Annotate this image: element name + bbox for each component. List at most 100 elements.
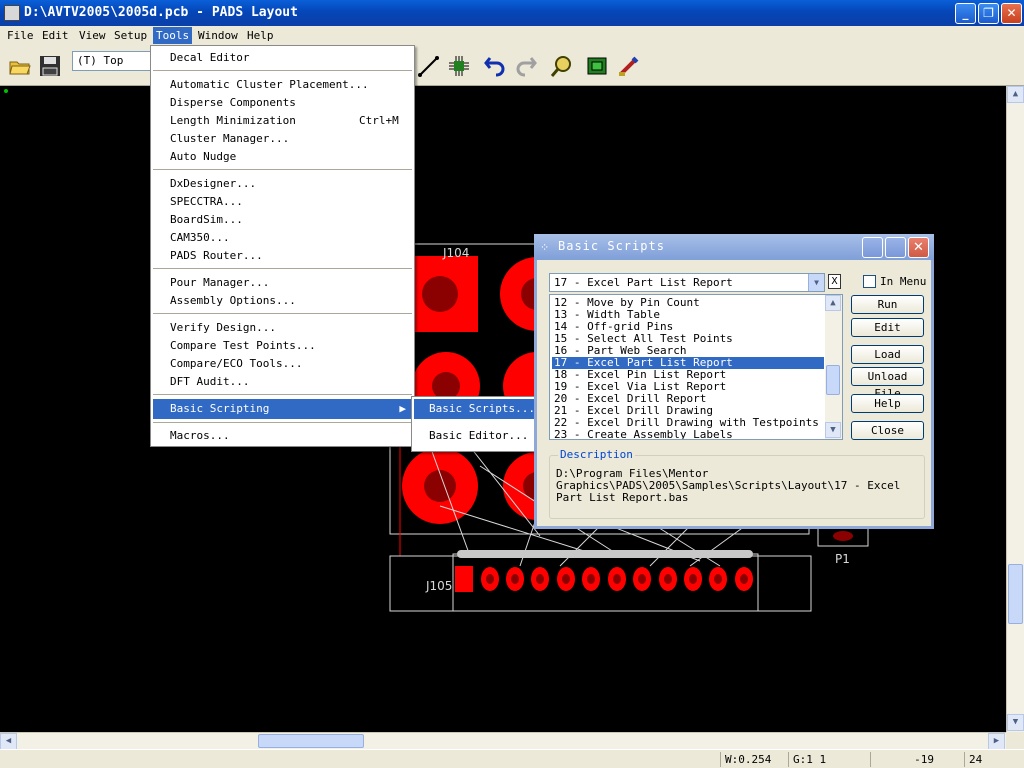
menu-separator — [153, 313, 412, 314]
menu-item-specctra[interactable]: SPECCTRA... — [153, 193, 412, 211]
component-icon[interactable] — [447, 54, 471, 78]
basic-scripting-submenu: Basic Scripts... Basic Editor... — [411, 396, 548, 452]
menu-help[interactable]: Help — [244, 29, 277, 42]
scroll-up-icon[interactable]: ▲ — [1007, 86, 1024, 103]
clear-x-button[interactable]: X — [828, 274, 841, 289]
submenu-basic-scripts[interactable]: Basic Scripts... — [414, 399, 545, 419]
description-group: Description D:\Program Files\Mentor Grap… — [549, 448, 925, 519]
menu-item-cluster-manager[interactable]: Cluster Manager... — [153, 130, 412, 148]
list-scrollbar[interactable]: ▲ ▼ — [825, 295, 842, 439]
script-combo[interactable]: 17 - Excel Part List Report ▼ — [549, 273, 825, 292]
load-file-button[interactable]: Load File... — [851, 345, 924, 378]
dialog-close-button[interactable]: ✕ — [908, 237, 929, 258]
menu-item-label: Automatic Cluster Placement... — [170, 78, 369, 91]
dialog-maximize-button[interactable] — [885, 237, 906, 258]
j104-label: J104 — [443, 246, 470, 260]
zoom-icon[interactable] — [550, 54, 574, 78]
menu-item-label: Compare/ECO Tools... — [170, 357, 303, 370]
list-item[interactable]: 23 - Create Assembly Labels — [552, 429, 824, 440]
j105-label: J105 — [426, 579, 453, 593]
drc-icon[interactable] — [617, 54, 641, 78]
menu-item-boardsim[interactable]: BoardSim... — [153, 211, 412, 229]
menu-window[interactable]: Window — [195, 29, 241, 42]
menu-separator — [153, 70, 412, 71]
menu-view[interactable]: View — [76, 29, 109, 42]
submenu-basic-editor[interactable]: Basic Editor... — [414, 426, 545, 446]
status-y: 24 — [964, 752, 1024, 767]
scroll-right-icon[interactable]: ▶ — [988, 733, 1005, 750]
in-menu-checkbox[interactable] — [863, 275, 876, 288]
undo-icon[interactable] — [484, 54, 508, 78]
layer-select[interactable]: (T) Top — [72, 51, 154, 71]
horizontal-scroll-thumb[interactable] — [258, 734, 364, 748]
submenu-arrow-icon: ▶ — [399, 402, 406, 415]
menu-item-label: Assembly Options... — [170, 294, 296, 307]
list-scroll-thumb[interactable] — [826, 365, 840, 395]
scroll-left-icon[interactable]: ◀ — [0, 733, 17, 750]
menu-item-disperse[interactable]: Disperse Components — [153, 94, 412, 112]
title-bar: D:\AVTV2005\2005d.pcb - PADS Layout _ ❐ … — [0, 0, 1024, 26]
menu-item-dft-audit[interactable]: DFT Audit... — [153, 373, 412, 391]
menu-item-compare-test-points[interactable]: Compare Test Points... — [153, 337, 412, 355]
menu-item-length-min[interactable]: Length Minimization Ctrl+M — [153, 112, 412, 130]
dialog-minimize-button[interactable] — [862, 237, 883, 258]
description-text: D:\Program Files\Mentor Graphics\PADS\20… — [556, 467, 901, 504]
status-width: W:0.254 — [720, 752, 786, 767]
menu-setup[interactable]: Setup — [111, 29, 150, 42]
menu-item-label: BoardSim... — [170, 213, 243, 226]
edit-button[interactable]: Edit — [851, 318, 924, 337]
dialog-title-bar[interactable]: ⁘ Basic Scripts ✕ — [534, 234, 934, 260]
menu-edit[interactable]: Edit — [39, 29, 72, 42]
menu-item-assembly-options[interactable]: Assembly Options... — [153, 292, 412, 310]
minimize-button[interactable]: _ — [955, 3, 976, 24]
list-scroll-up-icon[interactable]: ▲ — [825, 295, 841, 311]
open-icon[interactable] — [8, 54, 32, 78]
dialog-icon: ⁘ — [540, 241, 550, 254]
menu-item-compare-eco[interactable]: Compare/ECO Tools... — [153, 355, 412, 373]
menu-separator — [153, 169, 412, 170]
save-icon[interactable] — [38, 54, 62, 78]
restore-button[interactable]: ❐ — [978, 3, 999, 24]
menu-item-label: PADS Router... — [170, 249, 263, 262]
app-icon — [4, 5, 20, 21]
horizontal-scrollbar[interactable]: ◀ ▶ — [0, 732, 1006, 750]
chevron-down-icon[interactable]: ▼ — [808, 274, 824, 291]
menu-item-label: Compare Test Points... — [170, 339, 316, 352]
menu-bar: File Edit View Setup Tools Window Help — [0, 26, 1024, 46]
p1-label: P1 — [835, 552, 850, 566]
list-scroll-down-icon[interactable]: ▼ — [825, 422, 841, 438]
menu-item-basic-scripting[interactable]: Basic Scripting ▶ — [153, 399, 412, 419]
description-title: Description — [558, 448, 635, 461]
menu-item-pads-router[interactable]: PADS Router... — [153, 247, 412, 265]
redo-icon[interactable] — [513, 54, 537, 78]
basic-scripts-dialog: ⁘ Basic Scripts ✕ 17 - Excel Part List R… — [534, 234, 934, 529]
status-x: -19 — [870, 752, 962, 767]
menu-item-macros[interactable]: Macros... — [153, 427, 412, 445]
menu-item-auto-cluster[interactable]: Automatic Cluster Placement... — [153, 76, 412, 94]
run-button[interactable]: Run — [851, 295, 924, 314]
route-icon[interactable] — [417, 54, 441, 78]
vertical-scroll-thumb[interactable] — [1008, 564, 1023, 624]
vertical-scrollbar[interactable]: ▲ ▼ — [1006, 86, 1024, 732]
menu-item-decal-editor[interactable]: Decal Editor — [153, 49, 412, 67]
menu-item-cam350[interactable]: CAM350... — [153, 229, 412, 247]
script-list[interactable]: 12 - Move by Pin Count 13 - Width Table … — [549, 294, 843, 440]
menu-item-dxdesigner[interactable]: DxDesigner... — [153, 175, 412, 193]
menu-item-pour-manager[interactable]: Pour Manager... — [153, 274, 412, 292]
menu-file[interactable]: File — [4, 29, 37, 42]
board-icon[interactable] — [585, 54, 609, 78]
status-bar: W:0.254 G:1 1 -19 24 — [0, 749, 1024, 768]
menu-item-label: Disperse Components — [170, 96, 296, 109]
close-dialog-button[interactable]: Close — [851, 421, 924, 440]
menu-separator — [153, 394, 412, 395]
scroll-down-icon[interactable]: ▼ — [1007, 714, 1024, 731]
unload-file-button[interactable]: Unload File — [851, 367, 924, 400]
dialog-title: Basic Scripts — [558, 239, 665, 253]
menu-tools[interactable]: Tools — [153, 27, 193, 44]
help-button[interactable]: Help — [851, 394, 924, 413]
menu-item-label: Pour Manager... — [170, 276, 270, 289]
menu-item-verify-design[interactable]: Verify Design... — [153, 319, 412, 337]
menu-item-label: DxDesigner... — [170, 177, 257, 190]
close-button[interactable]: ✕ — [1001, 3, 1022, 24]
menu-item-auto-nudge[interactable]: Auto Nudge — [153, 148, 412, 166]
